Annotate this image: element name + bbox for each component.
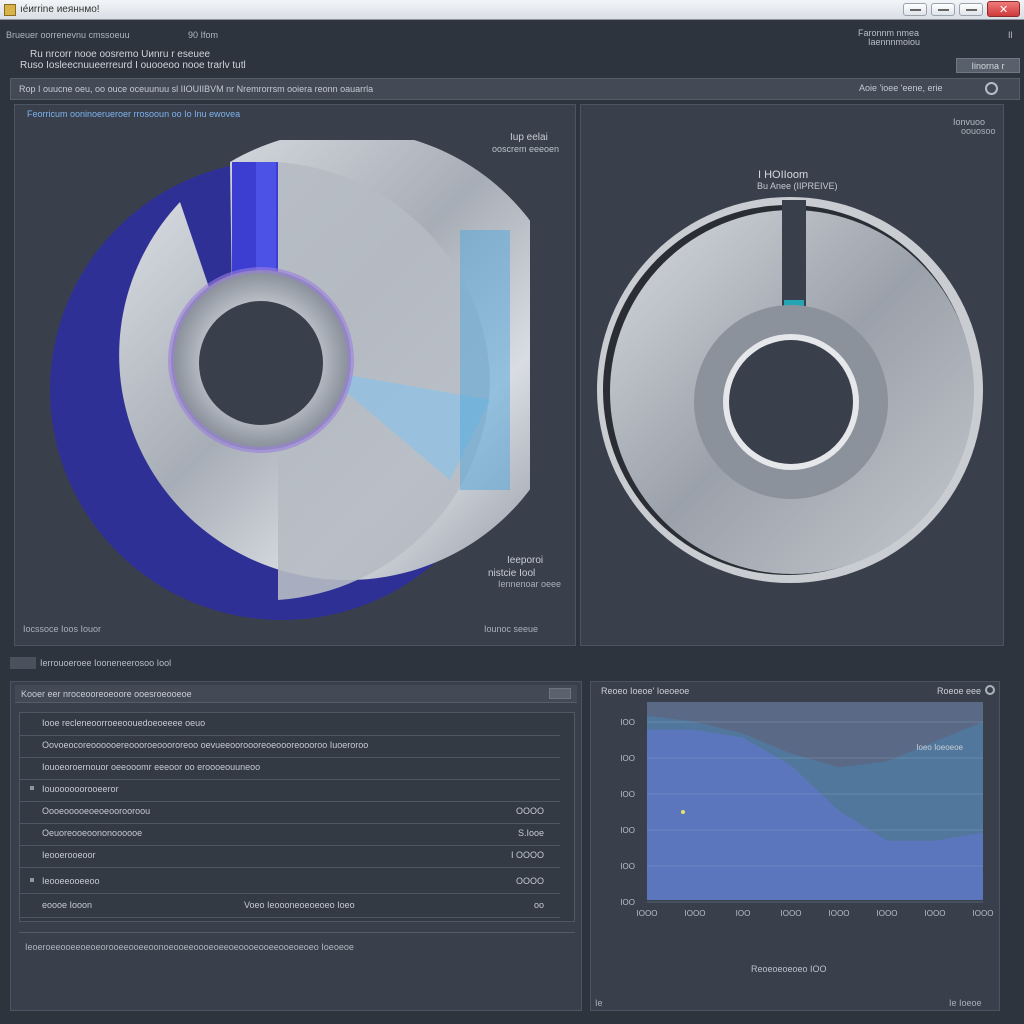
search-icon[interactable] (985, 82, 998, 95)
menu-extra[interactable]: 90 Ifom (188, 30, 218, 40)
window-titlebar: ıе́иrrine иеяннмо! ✕ (0, 0, 1024, 20)
y-tick-label: IOO (620, 862, 635, 871)
disc-left-hole (199, 301, 323, 425)
row-label: Iouoeoroernouor oeeooomr eeeoor oo erooo… (42, 762, 261, 772)
y-tick-label: IOO (620, 898, 635, 907)
x-tick-label: IOO (736, 909, 751, 918)
details-header: Kooer eer nroceooreoeoore ooesroeooeoe (15, 685, 577, 703)
disc-right-image (597, 197, 983, 583)
info-text-line-2: Ruso Iosleecnuueerreurd I ouooeoo nooe t… (20, 60, 246, 71)
x-tick-label: IOOO (829, 909, 850, 918)
disc-left-image (50, 140, 530, 620)
chart-footer-right: Ie Ioeoe (949, 998, 982, 1008)
table-row[interactable]: Iooe recleneoorroeeoouedoeoeeee oeuo (20, 713, 560, 736)
chart-panel: Reoeo Ioeoe' Ioeoeoe Roeoe eee IOO IOO IOO… (590, 681, 1000, 1011)
close-icon: ✕ (999, 4, 1009, 16)
row-label: eoooe Iooon (42, 900, 93, 910)
row-label: Oeuoreooeoononoooooe (42, 828, 143, 838)
close-button[interactable]: ✕ (987, 1, 1020, 17)
row-label: Ieooerooeoor (42, 850, 96, 860)
row-value: S.Iooe (517, 828, 544, 838)
details-panel: Kooer eer nroceooreoeoore ooesroeooeoe I… (10, 681, 582, 1011)
row-detail: Voeo Ieoooneoeoeoeo Ioeo (244, 900, 355, 910)
table-row[interactable]: Oooeooooeoeoeoorooroou OOOO (20, 801, 560, 824)
area-chart: IOOIOOIOOIOOIOOIOOIOOO IOOO IOO IOOO IOOO IOO… (620, 702, 994, 918)
disc-right-hole (729, 340, 853, 464)
table-row[interactable]: eoooe Iooon Voeo Ieoooneoeoeoeo Ioeo oo (20, 895, 560, 918)
row-value: oo (533, 900, 544, 910)
row-value: I OOOO (510, 850, 544, 860)
restore-button[interactable] (959, 3, 983, 16)
top-right-sublabel: Iaennnmoiou (868, 37, 921, 47)
maximize-button[interactable] (931, 3, 955, 16)
details-title: Kooer eer nroceooreoeoore ooesroeooeoe (21, 689, 192, 699)
panel-corner-sublabel: oouosoo (961, 126, 996, 136)
disc-left-edge-stack (460, 230, 510, 490)
table-row[interactable]: Ieooerooeoor I OOOO (20, 845, 560, 868)
chart-caption: Reoeoeoeoeo IOO (751, 964, 827, 974)
window-title: ıе́иrrine иеяннмо! (20, 4, 100, 15)
table-row[interactable]: Ieooeeooeeoo OOOO (20, 871, 560, 894)
row-label: Oovoeocoreoooooereoooroeooororeoo oevuee… (42, 740, 369, 750)
y-tick-label: IOO (620, 718, 635, 727)
row-bullet-icon (30, 786, 34, 790)
x-tick-label: IOOO (877, 909, 898, 918)
app-icon (4, 4, 16, 16)
x-tick-label: IOOO (637, 909, 658, 918)
section-marker (10, 657, 36, 669)
divider (19, 932, 575, 933)
row-label: Iooe recleneoorroeeoouedoeoeeee oeuo (42, 718, 206, 728)
details-footer: Ieoeroeeooeeoeoeorooeeooeeoonoeooeeoooeo… (25, 942, 354, 952)
legend-label: Ioeo Ioeoeoe (916, 743, 963, 752)
row-label: Iouoooooorooeeror (42, 784, 119, 794)
x-tick-label: IOOO (973, 909, 994, 918)
x-tick-label: IOOO (781, 909, 802, 918)
toolbar-path: Rop I ouucne oeu, oo ouce oceuunuu sl II… (19, 84, 374, 94)
panel-link[interactable]: Feоrricum ooninoerueroer rrosooun oo Io … (27, 109, 240, 119)
disc-title: I HOIIoom (758, 169, 809, 181)
row-label: Oooeooooeoeoeoorooroou (42, 806, 151, 816)
info-text-line-1: Ru nrcorr nooe oosremo Uиnru r eseuee (30, 49, 211, 60)
x-tick-label: IOOO (925, 909, 946, 918)
y-tick-label: IOO (620, 790, 635, 799)
x-tick-label: IOOO (685, 909, 706, 918)
data-point-marker (681, 810, 685, 814)
y-tick-label: IOO (620, 826, 635, 835)
row-label: Ieooeeooeeoo (42, 876, 100, 886)
section-title: Ierrouoeroee Iooneneerosoo Iool (40, 658, 172, 668)
section-label: Ierrouoeroee Iooneneerosoo Iool (10, 657, 570, 671)
toolbar: Rop I ouucne oeu, oo ouce oceuunuu sl II… (10, 78, 1020, 100)
restore-icon (966, 9, 977, 11)
chart-footer-left: Ie (595, 998, 603, 1008)
top-action-button[interactable]: Iinorna r (956, 58, 1020, 73)
details-options-button[interactable] (549, 688, 571, 699)
details-list: Iooe recleneoorroeeoouedoeoeeee oeuo Oov… (19, 712, 575, 922)
table-row[interactable]: Oeuoreooeoononoooooe S.Iooe (20, 823, 560, 846)
maximize-icon (938, 9, 949, 11)
table-row[interactable]: Iouoeoroernouor oeeooomr eeeoor oo erooo… (20, 757, 560, 780)
top-right-marker: Il (1008, 30, 1013, 40)
row-value: OOOO (515, 876, 544, 886)
menu-bar[interactable]: Bruеuer oоrrenevnu cmssoeuu (6, 30, 130, 40)
y-tick-label: IOO (620, 754, 635, 763)
toolbar-search-label[interactable]: Aoie 'ioee 'eene, erie (859, 83, 943, 93)
minimize-icon (910, 9, 921, 11)
minimize-button[interactable] (903, 3, 927, 16)
table-row[interactable]: Iouoooooorooeeror (20, 779, 560, 802)
row-bullet-icon (30, 878, 34, 882)
table-row[interactable]: Oovoeocoreoooooereoooroeooororeoo oevuee… (20, 735, 560, 758)
row-value: OOOO (515, 806, 544, 816)
